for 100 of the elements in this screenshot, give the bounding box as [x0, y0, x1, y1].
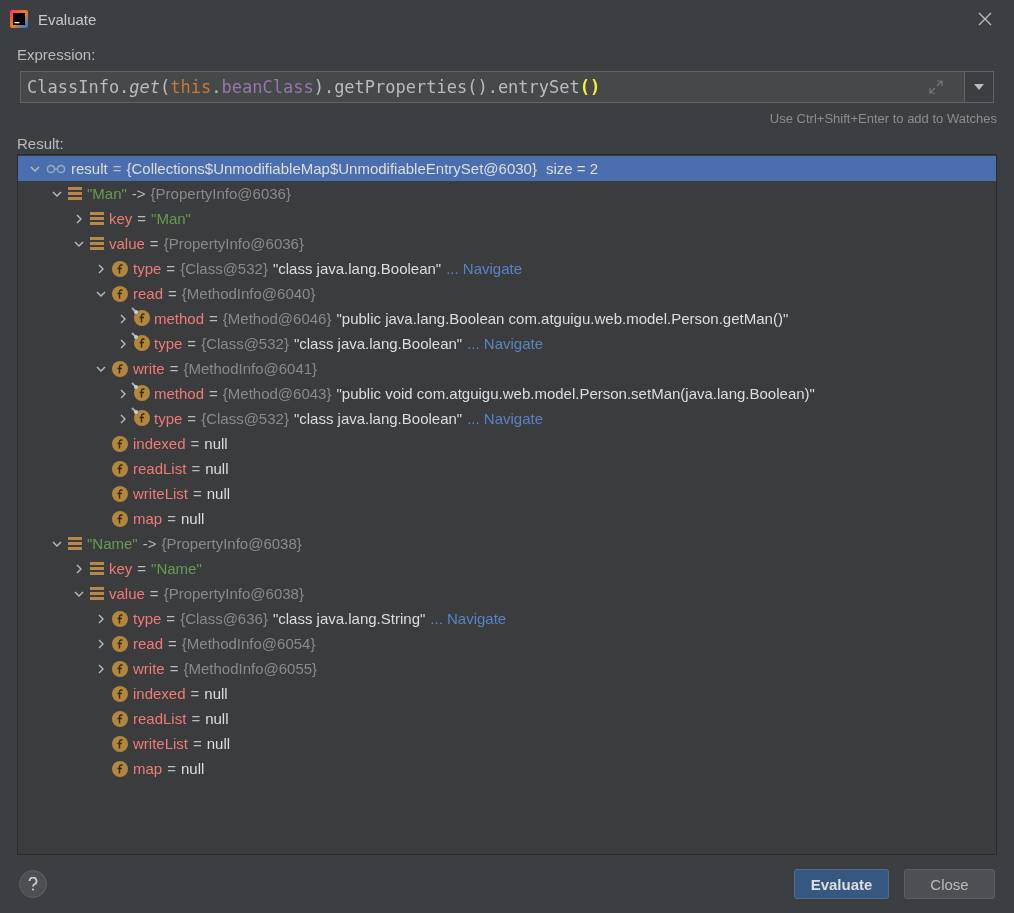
collapse-chevron-icon[interactable] [96, 290, 106, 297]
tree-row[interactable]: type = {Class@532} "class java.lang.Boolean" ... Navigate [18, 331, 996, 356]
expand-chevron-icon[interactable] [120, 313, 126, 324]
list-bars-icon [68, 187, 82, 200]
expand-chevron-icon[interactable] [120, 338, 126, 349]
tree-node-text: method = {Method@6046} "public java.lang.Boolean com.atguigu.web.model.Person.getMan()" [154, 310, 789, 327]
list-bars-icon [90, 237, 104, 250]
app-logo-icon [10, 10, 28, 28]
watches-hint: Use Ctrl+Shift+Enter to add to Watches [769, 111, 997, 126]
expand-chevron-icon[interactable] [98, 613, 104, 624]
close-icon[interactable] [978, 12, 992, 26]
tree-node-text: type = {Class@532} "class java.lang.Boolean" [154, 335, 463, 352]
tree-row[interactable]: key = "Name" [18, 556, 996, 581]
tree-row[interactable]: "Man" -> {PropertyInfo@6036} [18, 181, 996, 206]
tree-node-text: key = "Man" [109, 210, 191, 227]
tree-node-text: value = {PropertyInfo@6036} [109, 235, 304, 252]
help-button[interactable] [19, 870, 47, 898]
field-icon [112, 360, 128, 377]
pinned-field-icon [131, 406, 151, 427]
tree-row[interactable]: type = {Class@636} "class java.lang.String" ... Navigate [18, 606, 996, 631]
question-mark-icon [28, 877, 38, 891]
pinned-field-icon [131, 331, 151, 352]
tree-row[interactable]: indexed = null [18, 681, 996, 706]
tree-row[interactable]: writeList = null [18, 731, 996, 756]
tree-node-text: result = {Collections$UnmodifiableMap$UnmodifiableEntrySet@6030} size = 2 [71, 160, 599, 177]
tree-row[interactable]: map = null [18, 756, 996, 781]
collapse-chevron-icon[interactable] [30, 165, 40, 172]
collapse-chevron-icon[interactable] [74, 590, 84, 597]
expression-field[interactable]: ClassInfo.get(this.beanClass).getProperties().entrySet() [20, 71, 964, 103]
tree-row[interactable]: value = {PropertyInfo@6036} [18, 231, 996, 256]
tree-row[interactable]: value = {PropertyInfo@6038} [18, 581, 996, 606]
tree-node-text: key = "Name" [109, 560, 202, 577]
field-icon [112, 485, 128, 502]
tree-node-text: writeList = null [133, 485, 231, 502]
tree-row[interactable]: method = {Method@6046} "public java.lang.Boolean com.atguigu.web.model.Person.getMan()" [18, 306, 996, 331]
close-button[interactable]: Close [904, 869, 995, 899]
list-bars-icon [68, 537, 82, 550]
tree-row[interactable]: type = {Class@532} "class java.lang.Boolean" ... Navigate [18, 256, 996, 281]
expand-chevron-icon[interactable] [120, 388, 126, 399]
tree-node-text: indexed = null [133, 435, 228, 452]
list-bars-icon [90, 562, 104, 575]
tree-row[interactable]: write = {MethodInfo@6055} [18, 656, 996, 681]
tree-row[interactable]: key = "Man" [18, 206, 996, 231]
tree-node-text: read = {MethodInfo@6054} [133, 635, 316, 652]
pinned-field-icon [131, 306, 151, 327]
tree-row[interactable]: readList = null [18, 706, 996, 731]
tree-node-text: type = {Class@532} "class java.lang.Boolean" [154, 410, 463, 427]
collapse-chevron-icon[interactable] [52, 190, 62, 197]
field-icon [112, 285, 128, 302]
tree-node-text: type = {Class@636} "class java.lang.String" [133, 610, 426, 627]
tree-node-text: "Man" -> {PropertyInfo@6036} [87, 185, 291, 202]
tree-row[interactable]: indexed = null [18, 431, 996, 456]
field-icon [112, 685, 128, 702]
tree-node-text: writeList = null [133, 735, 231, 752]
tree-row[interactable]: read = {MethodInfo@6054} [18, 631, 996, 656]
selected-tree-row[interactable]: result = {Collections$UnmodifiableMap$UnmodifiableEntrySet@6030} size = 2 [18, 156, 996, 181]
tree-node-text: read = {MethodInfo@6040} [133, 285, 316, 302]
expand-chevron-icon[interactable] [98, 263, 104, 274]
tree-row[interactable]: writeList = null [18, 481, 996, 506]
field-icon [112, 610, 128, 627]
expand-chevron-icon[interactable] [120, 413, 126, 424]
field-icon [112, 760, 128, 777]
collapse-chevron-icon[interactable] [74, 240, 84, 247]
tree-row[interactable]: read = {MethodInfo@6040} [18, 281, 996, 306]
caret-icon [974, 84, 984, 90]
tree-row[interactable]: type = {Class@532} "class java.lang.Boolean" ... Navigate [18, 406, 996, 431]
field-icon [112, 710, 128, 727]
list-bars-icon [90, 587, 104, 600]
expand-chevron-icon[interactable] [98, 638, 104, 649]
collapse-chevron-icon[interactable] [52, 540, 62, 547]
expand-chevron-icon[interactable] [98, 663, 104, 674]
field-icon [112, 735, 128, 752]
glasses-icon [46, 163, 66, 174]
tree-row[interactable]: "Name" -> {PropertyInfo@6038} [18, 531, 996, 556]
expression-label: Expression: [17, 46, 96, 63]
tree-node-text: "Name" -> {PropertyInfo@6038} [87, 535, 302, 552]
tree-row[interactable]: method = {Method@6043} "public void com.atguigu.web.model.Person.setMan(java.lang.Boolean)" [18, 381, 996, 406]
field-icon [112, 510, 128, 527]
history-dropdown-button[interactable] [964, 71, 994, 103]
tree-node-text: method = {Method@6043} "public void com.atguigu.web.model.Person.setMan(java.lang.Boolean)" [154, 385, 815, 402]
evaluate-button[interactable]: Evaluate [794, 869, 889, 899]
field-icon [112, 460, 128, 477]
tree-row[interactable]: write = {MethodInfo@6041} [18, 356, 996, 381]
expand-chevron-icon[interactable] [76, 563, 82, 574]
pinned-field-icon [131, 381, 151, 402]
tree-node-text: value = {PropertyInfo@6038} [109, 585, 304, 602]
tree-node-text: write = {MethodInfo@6041} [133, 360, 318, 377]
collapse-chevron-icon[interactable] [96, 365, 106, 372]
field-icon [112, 260, 128, 277]
tree-node-text: readList = null [133, 710, 229, 727]
window-title: Evaluate [38, 10, 97, 28]
field-icon [112, 660, 128, 677]
tree-node-text: map = null [133, 510, 205, 527]
tree-node-text: indexed = null [133, 685, 228, 702]
result-label: Result: [17, 135, 64, 152]
tree-row[interactable]: map = null [18, 506, 996, 531]
tree-row[interactable]: readList = null [18, 456, 996, 481]
tree-node-text: map = null [133, 760, 205, 777]
expand-chevron-icon[interactable] [76, 213, 82, 224]
field-icon [112, 635, 128, 652]
